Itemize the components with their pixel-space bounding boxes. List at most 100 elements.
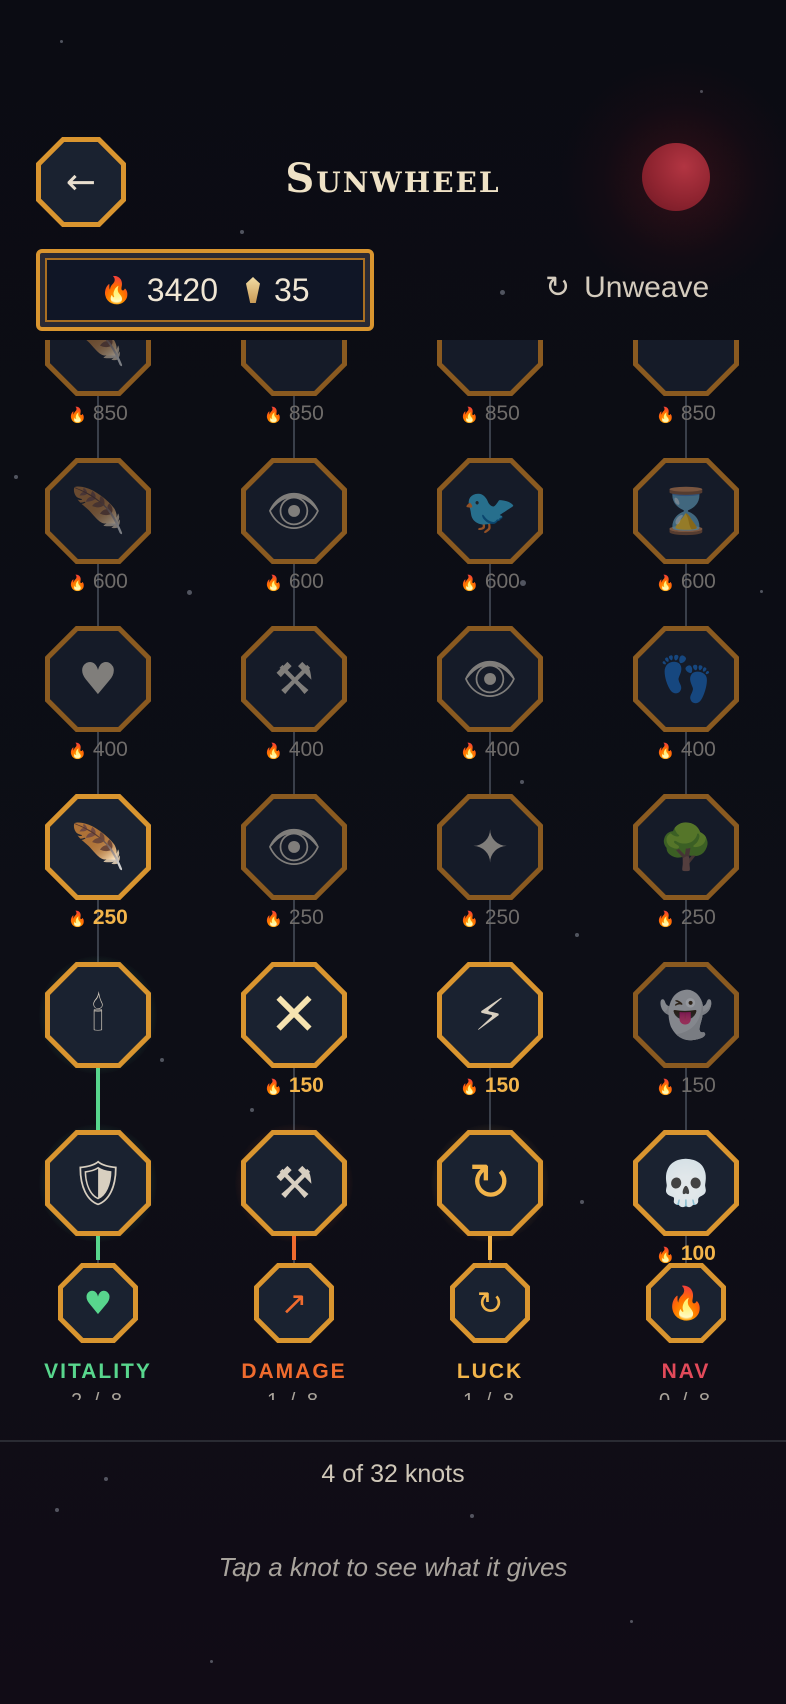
knot-cost-value: 600 [288,570,324,593]
candle-icon: 🕯 [91,989,105,1041]
knot-cost-value: 150 [288,1074,324,1097]
knot-cost: 🔥 150 [626,1074,746,1098]
knot-cost-value: 850 [680,402,716,425]
shard-count: 35 [273,271,310,308]
knot-luck-5[interactable]: ⚡ [437,962,543,1068]
knot-damage-4[interactable]: 👁 [241,794,347,900]
spark-icon: ✦ [471,821,509,873]
flame-icon: 🔥 [264,1079,283,1096]
knot-nav-5[interactable]: 👻 [633,962,739,1068]
knot-cost-value: 250 [484,906,520,929]
branch-progress-luck: 1 / 8 [410,1390,570,1400]
locked-icon [241,340,347,396]
knot-cost: 🔥 600 [430,570,550,594]
knot-damage-5[interactable]: ✕ [241,962,347,1068]
knot-cost: 🔥 250 [38,906,158,930]
knot-cost: 🔥 850 [626,402,746,426]
ember-count: 3420 [146,271,218,308]
flame-icon: 🔥 [460,1079,479,1096]
knots-count: 4 of 32 knots [321,1460,465,1488]
knot-cost: 🔥 600 [626,570,746,594]
branch-cap-vitality[interactable]: ♥ [58,1263,138,1343]
flame-icon: 🔥 [460,407,479,424]
branch-name-vitality: VITALITY [44,1360,152,1383]
flame-icon: 🔥 [68,407,87,424]
flame-icon: 🔥 [460,743,479,760]
flame-icon: 🔥 [656,743,675,760]
eye-ring-icon: 👁 [266,486,322,537]
knot-cost: 🔥 250 [626,906,746,930]
knot-damage-1[interactable] [241,340,347,396]
knot-cost: 🔥 850 [38,402,158,426]
branch-cap-damage[interactable]: ↗ [254,1263,334,1343]
knot-cost-value: 850 [484,402,520,425]
flame-icon: 🔥 [460,911,479,928]
knot-nav-1[interactable] [633,340,739,396]
knot-luck-1[interactable] [437,340,543,396]
unweave-button[interactable]: ↻ Unweave [545,270,709,305]
hint-text: Tap a knot to see what it gives [218,1552,568,1582]
flame-icon: 🔥 [656,575,675,592]
locked-icon [437,340,543,396]
skull-icon: 💀 [658,1158,714,1209]
knot-nav-3[interactable]: 👣 [633,626,739,732]
crystal-icon [245,277,260,303]
flame-icon: 🔥 [264,743,283,760]
knot-cost: 🔥 400 [234,738,354,762]
knot-damage-6[interactable]: ⚒ [235,1124,353,1242]
knot-cost: 🔥 600 [38,570,158,594]
knot-luck-4[interactable]: ✦ [437,794,543,900]
knot-nav-6[interactable]: 💀 [633,1130,739,1236]
flame-icon: 🔥 [666,1284,706,1322]
footprint-icon: 👣 [658,654,714,705]
bird-icon: 🐦 [462,486,518,537]
knot-luck-6[interactable]: ↻ [431,1124,549,1242]
knot-cost: 🔥 150 [234,1074,354,1098]
heart-icon: ♥ [78,653,118,705]
knot-cost-value: 600 [92,570,128,593]
knot-cost-value: 400 [484,738,520,761]
flame-icon: 🔥 [100,274,133,305]
knot-nav-4[interactable]: 🌳 [633,794,739,900]
knot-cost-value: 250 [288,906,324,929]
knot-luck-3[interactable]: 👁 [437,626,543,732]
knot-vitality-6[interactable]: 🛡 [39,1124,157,1242]
flame-icon: 🔥 [264,911,283,928]
knot-cost-value: 150 [484,1074,520,1097]
eye-icon: 👁 [266,822,322,873]
feather-tail-icon: 🪶 [70,486,126,537]
knot-cost-value: 400 [680,738,716,761]
knot-vitality-5[interactable]: 🕯 [39,956,157,1074]
horn-icon: 🪶 [70,340,126,369]
branch-name-nav: NAV [661,1360,711,1383]
anvil-icon: ⚒ [274,1157,314,1209]
knot-nav-2[interactable]: ⌛ [633,458,739,564]
branch-cap-luck[interactable]: ↻ [450,1263,530,1343]
knot-vitality-2[interactable]: 🪶 [45,458,151,564]
knot-vitality-3[interactable]: ♥ [45,626,151,732]
knot-luck-2[interactable]: 🐦 [437,458,543,564]
branch-progress-damage: 1 / 8 [214,1390,374,1400]
crossed-blades-icon: ✕ [268,980,320,1050]
page-title: Sunwheel [285,155,501,202]
knot-cost-value: 250 [680,906,716,929]
knot-damage-2[interactable]: 👁 [241,458,347,564]
hourglass-icon: ⌛ [658,486,714,537]
knot-cost-value: 400 [92,738,128,761]
knot-cost: 🔥 400 [626,738,746,762]
knot-cost: 🔥 400 [38,738,158,762]
flame-icon: 🔥 [68,575,87,592]
flame-icon: 🔥 [656,911,675,928]
knot-damage-3[interactable]: ⚒ [241,626,347,732]
refresh-icon: ↻ [468,1153,512,1213]
knot-vitality-1[interactable]: 🪶 [45,340,151,396]
bush-icon: 🌳 [658,822,714,873]
knot-cost: 🔥 150 [430,1074,550,1098]
branch-cap-nav[interactable]: 🔥 [646,1263,726,1343]
ghost-icon: 👻 [658,990,714,1041]
knot-vitality-4[interactable]: 🪶 [45,794,151,900]
currency-panel: 🔥 3420 35 [36,249,374,331]
eye-ring-icon: 👁 [462,654,518,705]
branch-progress-nav: 0 / 8 [606,1390,766,1400]
flame-icon: 🔥 [656,1247,675,1264]
